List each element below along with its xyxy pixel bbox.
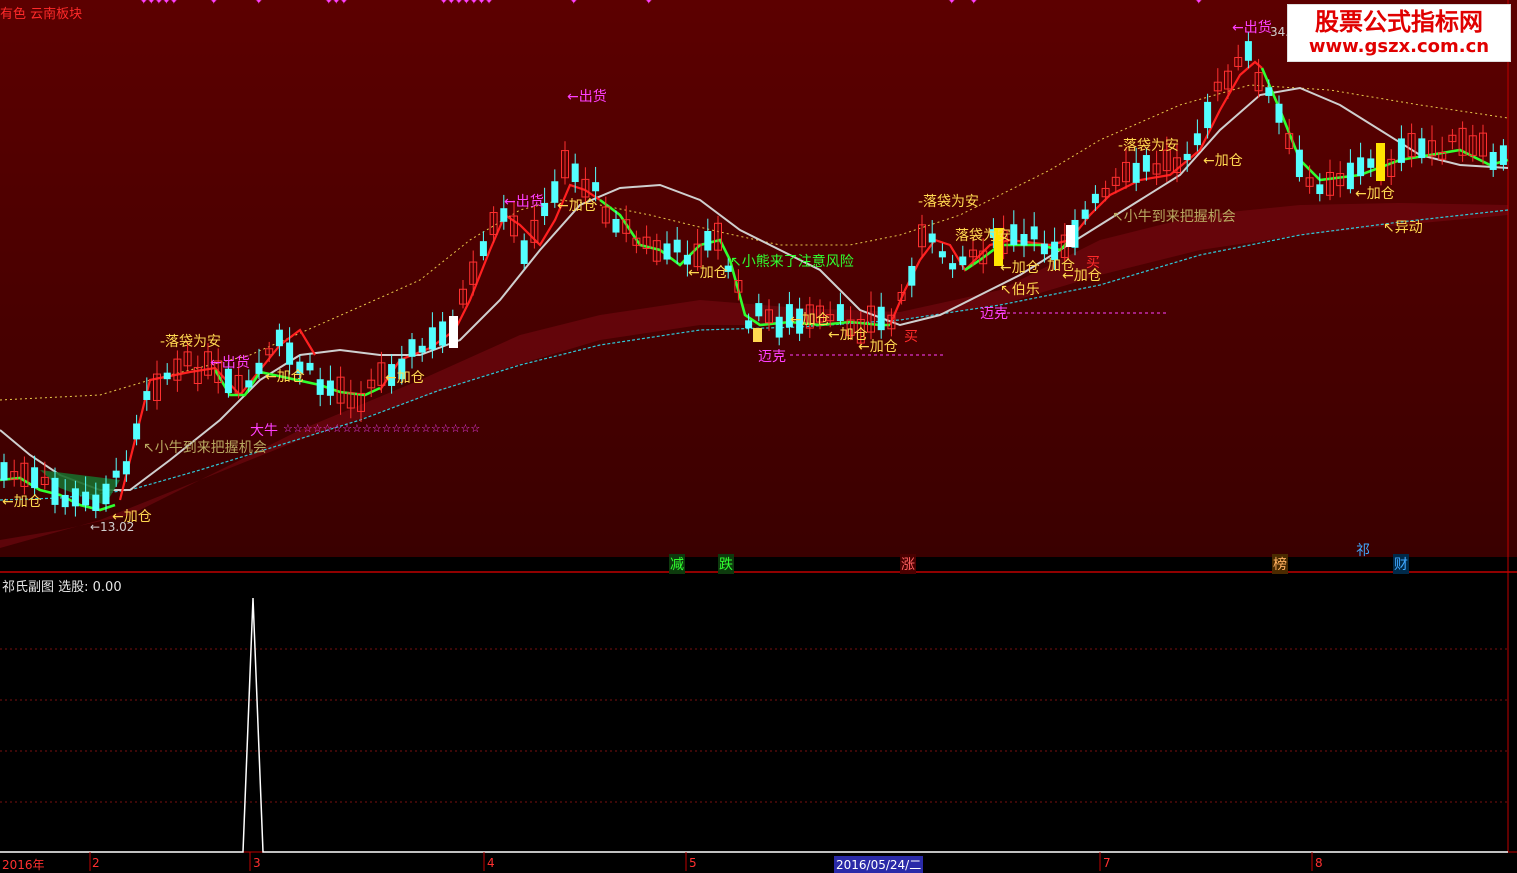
signal-mai-2: 买 (1086, 255, 1100, 271)
signal-chuhuo-3: ←出货 (504, 194, 544, 210)
signal-jiacang-7: ←加仓 (858, 339, 898, 355)
time-label-apr: 4 (487, 856, 495, 870)
signal-jiacang-2: ←加仓 (385, 370, 425, 386)
signal-luodai-3: 落袋为安 (955, 228, 1011, 244)
signal-jiacang-3: ←加仓 (557, 198, 597, 214)
bottom-marker-zhang: 涨 (900, 554, 916, 574)
watermark-logo: 股票公式指标网 www.gszx.com.cn (1287, 4, 1511, 62)
signal-xiaoniu-2: ↖小牛到来把握机会 (1112, 209, 1236, 225)
signal-xiaoniu-1: ↖小牛到来把握机会 (143, 440, 267, 456)
bottom-marker-bang: 榜 (1272, 554, 1288, 574)
time-label-aug: 8 (1315, 856, 1323, 870)
main-panel-title: 有色 云南板块 (0, 7, 83, 22)
time-label-mar: 3 (253, 856, 261, 870)
signal-bole: ↖伯乐 (1000, 282, 1040, 298)
signal-daniu: 大牛 (250, 423, 278, 439)
time-label-2016: 2016年 (2, 858, 45, 872)
signal-jiacang-4: ←加仓 (688, 265, 728, 281)
signal-luodai-2: -落袋为安 (918, 194, 980, 210)
signal-luodai-4: -落袋为安 (1118, 138, 1180, 154)
signal-yidong: ↖异动 (1383, 220, 1423, 236)
signal-jiacang-11: ←加仓 (1203, 153, 1243, 169)
bottom-marker-jian: 减 (669, 554, 685, 574)
sub-panel-title: 祁氏副图 选股: 0.00 (2, 580, 122, 595)
time-label-jul: 7 (1103, 856, 1111, 870)
signal-stars: ☆☆☆☆☆☆☆☆☆☆☆☆☆☆☆☆☆☆☆☆ (283, 422, 481, 435)
signal-mai-1: 买 (904, 329, 918, 345)
time-label-may: 5 (689, 856, 697, 870)
signal-maike-2: 迈克 (980, 306, 1008, 322)
signal-jiacang-5: ←加仓 (790, 312, 830, 328)
signal-labels-layer: -落袋为安 ←出货 ←加仓 ←加仓 ←加仓 ←加仓 ←13.02 ↖小牛到来把握… (0, 0, 1517, 873)
bottom-marker-die: 跌 (718, 554, 734, 574)
signal-jiacang-1: ←加仓 (265, 369, 305, 385)
signal-chuhuo-1: ←出货 (210, 355, 250, 371)
signal-maike-1: 迈克 (758, 349, 786, 365)
bottom-marker-cai: 财 (1393, 554, 1409, 574)
signal-jiacang-12: ←加仓 (1355, 186, 1395, 202)
signal-chuhuo-2: ←出货 (567, 89, 607, 105)
signal-luodai-1: -落袋为安 (160, 334, 222, 350)
signal-jiacang-8: ←加仓 (1000, 260, 1040, 276)
watermark-line2: www.gszx.com.cn (1308, 36, 1490, 57)
time-label-cursor-date[interactable]: 2016/05/24/二 (834, 856, 924, 873)
signal-jiacang-start: ←加仓 (2, 494, 42, 510)
time-label-feb: 2 (92, 856, 100, 870)
price-low-label: ←13.02 (90, 520, 135, 534)
bottom-marker-qi: 祁 (1356, 543, 1370, 559)
stock-chart-window[interactable]: ✦✦✦✦✦ ✦ ✦ ✦✦✦ ✦✦✦✦✦✦✦ ✦ ✦ ✦ ✦ ✦ -落袋为安 ←出货 ←加仓 ←… (0, 0, 1517, 873)
signal-xiaoxiong: ↖小熊来了注意风险 (730, 254, 854, 270)
watermark-line1: 股票公式指标网 (1315, 8, 1483, 36)
signal-chuhuo-4: ←出货 (1232, 20, 1272, 36)
